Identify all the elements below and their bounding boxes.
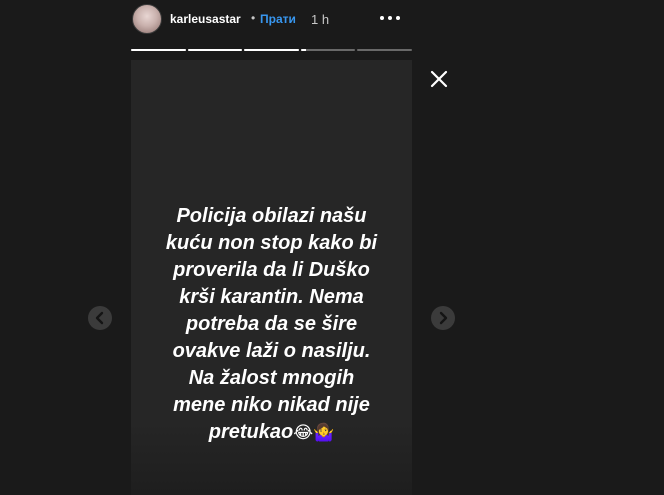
story-viewer: karleusastar • Прати 1 h Policija obilaz…	[0, 0, 664, 495]
chevron-right-icon	[439, 311, 448, 325]
progress-segment	[244, 49, 299, 51]
next-story-button[interactable]	[431, 306, 455, 330]
story-line: pretukao	[208, 421, 294, 443]
story-line: Na žalost mnogih	[188, 367, 355, 389]
story-header: karleusastar • Прати 1 h	[130, 0, 420, 40]
story-line: potreba da se šire	[185, 313, 358, 335]
timestamp: 1 h	[311, 12, 330, 27]
story-line: Policija obilazi našu	[176, 205, 367, 227]
progress-segment	[300, 49, 356, 51]
avatar[interactable]	[132, 4, 162, 34]
story-line: proverila da li Duško	[173, 259, 370, 281]
previous-story-button[interactable]	[88, 306, 112, 330]
progress-segment	[357, 49, 412, 51]
more-options-icon[interactable]	[378, 4, 406, 28]
story-line: mene niko nikad nije	[173, 394, 370, 416]
story-progress	[131, 49, 412, 52]
progress-fill	[244, 49, 299, 51]
username[interactable]: karleusastar	[170, 12, 241, 26]
separator-dot: •	[251, 11, 256, 25]
story-card[interactable]: Policija obilazi našu kuću non stop kako…	[131, 60, 412, 495]
story-line: kuću non stop kako bi	[165, 232, 378, 254]
progress-segment	[187, 49, 243, 51]
shrug-emoji-icon: 🤷‍♀️	[313, 423, 335, 442]
story-line: ovakve laži o nasilju.	[172, 340, 371, 362]
progress-fill	[300, 49, 307, 51]
laughing-emoji-icon: 😂	[293, 423, 314, 442]
progress-fill	[131, 49, 186, 51]
story-line: krši karantin. Nema	[179, 286, 364, 308]
follow-button[interactable]: Прати	[260, 12, 296, 26]
chevron-left-icon	[95, 311, 104, 325]
progress-segment	[131, 49, 186, 51]
story-text: Policija obilazi našu kuću non stop kako…	[131, 176, 412, 446]
close-icon[interactable]	[428, 68, 450, 90]
progress-fill	[187, 49, 243, 51]
